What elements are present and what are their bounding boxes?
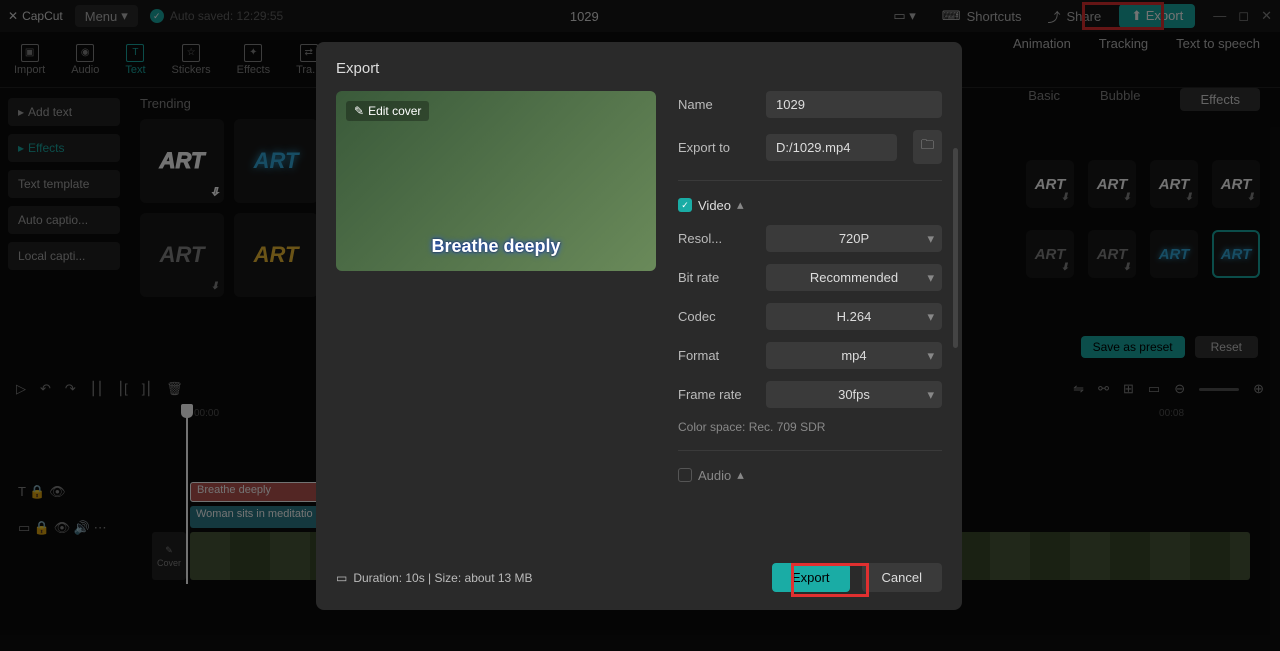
duration-info: ▭ Duration: 10s | Size: about 13 MB [336,571,533,585]
format-label: Format [678,348,756,363]
resolution-select[interactable]: 720P [766,225,942,252]
folder-icon[interactable]: 🗀 [913,130,942,164]
exportto-input[interactable]: D:/1029.mp4 [766,134,897,161]
bitrate-select[interactable]: Recommended [766,264,942,291]
audio-checkbox[interactable] [678,468,692,482]
export-button[interactable]: Export [772,563,850,592]
export-form: Name1029 Export toD:/1029.mp4🗀 ✓Video ▴ … [678,91,942,551]
preview-caption: Breathe deeply [336,236,656,257]
colorspace-text: Color space: Rec. 709 SDR [678,420,942,434]
exportto-label: Export to [678,140,756,155]
modal-title: Export [336,60,942,77]
resolution-label: Resol... [678,231,756,246]
bitrate-label: Bit rate [678,270,756,285]
codec-label: Codec [678,309,756,324]
format-select[interactable]: mp4 [766,342,942,369]
edit-cover-button[interactable]: ✎ Edit cover [346,101,429,121]
export-modal: Export ✎ Edit cover Breathe deeply Name 1… [316,42,962,610]
name-label: Name [678,97,756,112]
video-checkbox[interactable]: ✓ [678,198,692,212]
scrollbar[interactable] [953,148,958,348]
export-preview: ✎ Edit cover Breathe deeply [336,91,656,271]
name-input[interactable]: 1029 [766,91,942,118]
framerate-label: Frame rate [678,387,756,402]
codec-select[interactable]: H.264 [766,303,942,330]
framerate-select[interactable]: 30fps [766,381,942,408]
cancel-button[interactable]: Cancel [862,563,942,592]
